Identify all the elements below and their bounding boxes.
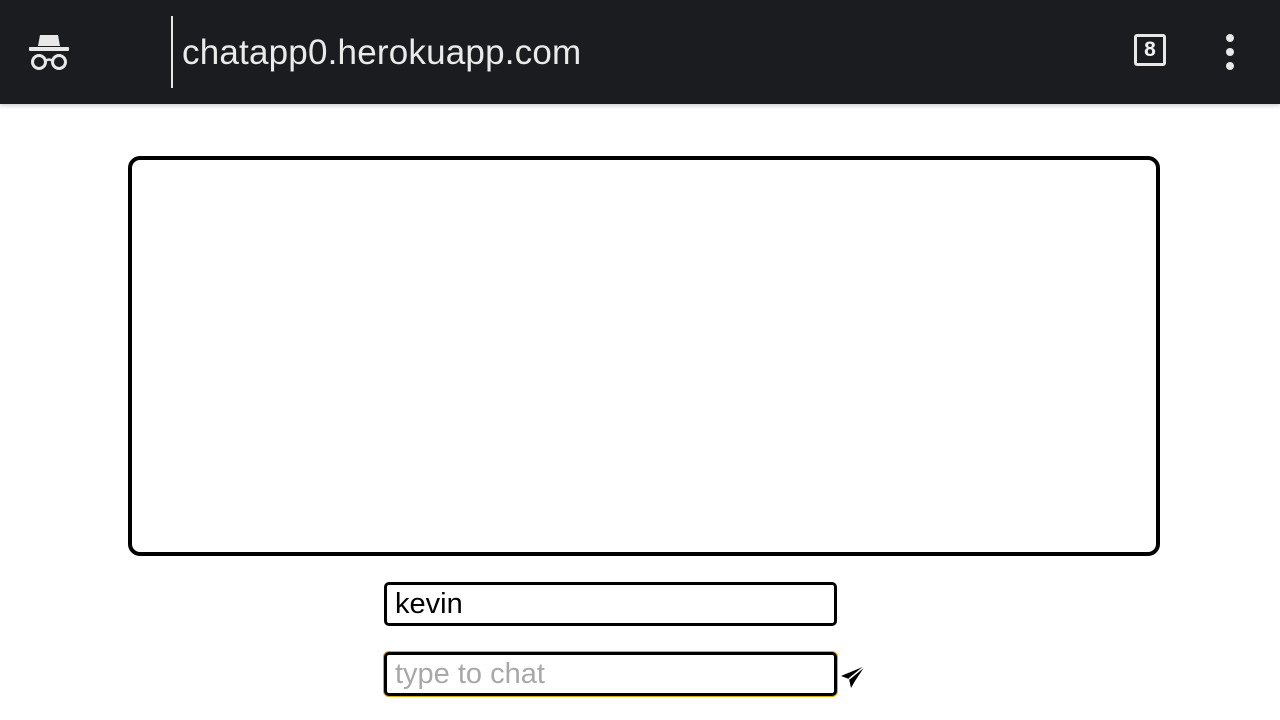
chat-messages-box[interactable] — [128, 156, 1160, 556]
more-vert-icon[interactable] — [1215, 34, 1245, 70]
browser-toolbar: chatapp0.herokuapp.com 8 — [0, 0, 1280, 104]
username-input[interactable] — [384, 582, 837, 626]
url-bar[interactable]: chatapp0.herokuapp.com — [182, 30, 581, 76]
menu-dot — [1226, 62, 1234, 70]
tab-switcher-button[interactable]: 8 — [1134, 34, 1166, 66]
menu-dot — [1226, 34, 1234, 42]
incognito-icon[interactable] — [26, 32, 72, 72]
url-bar-cursor — [171, 16, 173, 88]
send-icon[interactable] — [840, 664, 866, 690]
message-input[interactable] — [384, 652, 837, 696]
menu-dot — [1226, 48, 1234, 56]
